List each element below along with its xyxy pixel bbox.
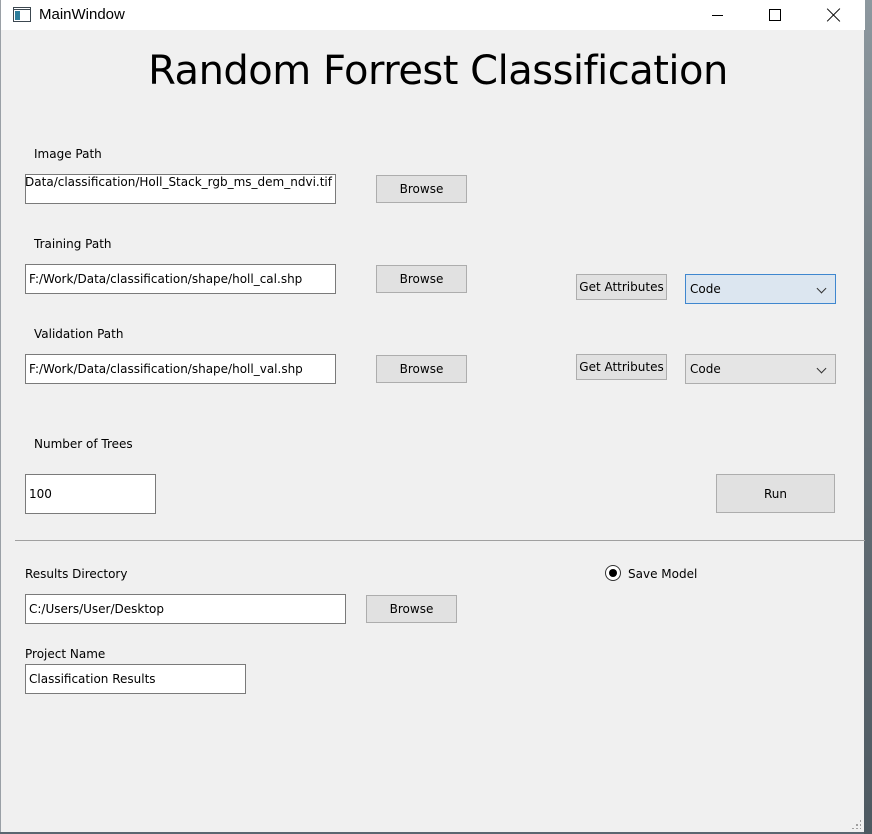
close-icon xyxy=(827,8,841,22)
results-browse-button[interactable]: Browse xyxy=(366,595,457,623)
window-title: MainWindow xyxy=(39,6,125,23)
page-title: Random Forrest Classification xyxy=(148,48,728,94)
training-path-label: Training Path xyxy=(34,237,112,251)
project-name-label: Project Name xyxy=(25,647,106,661)
minimize-icon xyxy=(711,14,723,16)
trees-label: Number of Trees xyxy=(34,437,133,451)
trees-input[interactable]: 100 xyxy=(25,474,156,514)
image-path-label: Image Path xyxy=(34,147,102,161)
close-button[interactable] xyxy=(811,0,857,30)
validation-path-label: Validation Path xyxy=(34,327,124,341)
results-directory-input[interactable]: C:/Users/User/Desktop xyxy=(25,594,346,624)
minimize-button[interactable] xyxy=(694,0,740,30)
project-name-input[interactable]: Classification Results xyxy=(25,664,246,694)
validation-browse-button[interactable]: Browse xyxy=(376,355,467,383)
training-attribute-value: Code xyxy=(690,282,721,296)
validation-get-attributes-button[interactable]: Get Attributes xyxy=(576,354,667,380)
save-model-label[interactable]: Save Model xyxy=(628,567,697,581)
training-path-input[interactable]: F:/Work/Data/classification/shape/holl_c… xyxy=(25,264,336,294)
training-browse-button[interactable]: Browse xyxy=(376,265,467,293)
desktop-background xyxy=(864,0,872,834)
validation-attribute-select[interactable]: Code xyxy=(685,354,836,384)
resize-grip-icon[interactable] xyxy=(851,819,861,829)
chevron-down-icon xyxy=(816,363,827,374)
save-model-radio[interactable] xyxy=(605,565,621,581)
image-path-value: F:/Work/Data/classification/Holl_Stack_r… xyxy=(25,175,332,189)
section-divider xyxy=(15,540,865,541)
image-path-input[interactable]: F:/Work/Data/classification/Holl_Stack_r… xyxy=(25,174,336,204)
title-bar[interactable]: MainWindow xyxy=(1,0,865,30)
maximize-button[interactable] xyxy=(752,0,798,30)
validation-path-input[interactable]: F:/Work/Data/classification/shape/holl_v… xyxy=(25,354,336,384)
main-window: MainWindow Random Forrest Classification… xyxy=(0,0,865,832)
training-get-attributes-button[interactable]: Get Attributes xyxy=(576,274,667,300)
results-directory-label: Results Directory xyxy=(25,567,128,581)
training-attribute-select[interactable]: Code xyxy=(685,274,836,304)
chevron-down-icon xyxy=(816,283,827,294)
image-browse-button[interactable]: Browse xyxy=(376,175,467,203)
validation-attribute-value: Code xyxy=(690,362,721,376)
maximize-icon xyxy=(769,9,781,21)
run-button[interactable]: Run xyxy=(716,474,835,513)
app-window-icon xyxy=(13,7,31,22)
